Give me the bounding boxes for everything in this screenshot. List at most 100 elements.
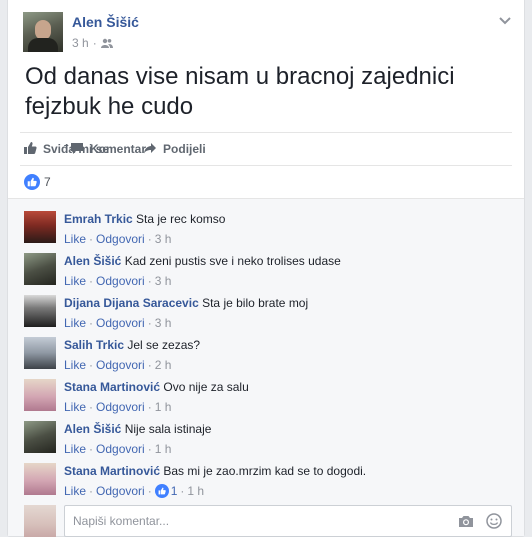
- reaction-count: 7: [44, 175, 51, 189]
- comment-time[interactable]: 1 h: [155, 441, 172, 457]
- meta-separator: ·: [180, 484, 185, 498]
- comment-reply-link[interactable]: Odgovori: [96, 441, 145, 457]
- comment-likes[interactable]: 1: [154, 483, 178, 499]
- comment-reply-link[interactable]: Odgovori: [96, 399, 145, 415]
- comment-item: Salih Trkic Jel se zezas? Like · Odgovor…: [24, 337, 512, 377]
- meta-separator: ·: [147, 400, 152, 414]
- commenter-name[interactable]: Dijana Dijana Saracevic: [64, 296, 199, 310]
- meta-separator: ·: [89, 232, 94, 246]
- commenter-name[interactable]: Alen Šišić: [64, 254, 121, 268]
- meta-separator: ·: [147, 316, 152, 330]
- meta-separator: ·: [89, 484, 94, 498]
- comment-reply-link[interactable]: Odgovori: [96, 483, 145, 499]
- comment-like-link[interactable]: Like: [64, 483, 86, 499]
- like-reaction-icon: [24, 174, 40, 190]
- comment-meta: Like · Odgovori · 3 h: [64, 273, 512, 289]
- meta-separator: ·: [89, 316, 94, 330]
- comment-meta: Like · Odgovori · 1 · 1 h: [64, 483, 512, 499]
- comment-text: Bas mi je zao.mrzim kad se to dogodi.: [163, 464, 367, 478]
- chevron-down-icon[interactable]: [498, 14, 512, 28]
- commenter-avatar[interactable]: [24, 379, 56, 411]
- comment-meta: Like · Odgovori · 3 h: [64, 231, 512, 247]
- comment-time[interactable]: 3 h: [155, 231, 172, 247]
- post-time[interactable]: 3 h: [72, 36, 89, 50]
- post-header: Alen Šišić 3 h ·: [8, 0, 524, 62]
- comment-item: Alen Šišić Kad zeni pustis sve i neko tr…: [24, 253, 512, 293]
- comment-meta: Like · Odgovori · 1 h: [64, 441, 512, 457]
- comment-item: Stana Martinović Bas mi je zao.mrzim kad…: [24, 463, 512, 503]
- author-avatar[interactable]: [23, 12, 63, 52]
- comment-like-link[interactable]: Like: [64, 231, 86, 247]
- emoji-icon[interactable]: [486, 513, 502, 534]
- comment-text: Kad zeni pustis sve i neko trolises udas…: [124, 254, 341, 268]
- commenter-name[interactable]: Stana Martinović: [64, 380, 160, 394]
- comment-time[interactable]: 2 h: [155, 357, 172, 373]
- comment-reply-link[interactable]: Odgovori: [96, 357, 145, 373]
- meta-dot: ·: [92, 36, 97, 50]
- reactions-summary[interactable]: 7: [24, 174, 51, 190]
- comment-like-link[interactable]: Like: [64, 441, 86, 457]
- comment-item: Dijana Dijana Saracevic Sta je bilo brat…: [24, 295, 512, 335]
- meta-separator: ·: [89, 400, 94, 414]
- current-user-avatar: [24, 505, 56, 537]
- comment-reply-link[interactable]: Odgovori: [96, 231, 145, 247]
- comment-text: Sta je rec komso: [136, 212, 226, 226]
- friends-icon[interactable]: [100, 38, 113, 48]
- comment-like-link[interactable]: Like: [64, 399, 86, 415]
- comment-meta: Like · Odgovori · 3 h: [64, 315, 512, 331]
- commenter-name[interactable]: Stana Martinović: [64, 464, 160, 478]
- meta-separator: ·: [89, 274, 94, 288]
- comment-time[interactable]: 3 h: [155, 315, 172, 331]
- camera-icon[interactable]: [458, 514, 474, 533]
- commenter-name[interactable]: Alen Šišić: [64, 422, 121, 436]
- commenter-avatar[interactable]: [24, 463, 56, 495]
- avatar-body: [28, 38, 58, 52]
- comment-time[interactable]: 1 h: [155, 399, 172, 415]
- commenter-avatar[interactable]: [24, 211, 56, 243]
- post-actions: Sviđa mi se Komentar Podijeli: [20, 132, 512, 166]
- comment-text: Nije sala istinaje: [124, 422, 212, 436]
- meta-separator: ·: [147, 232, 152, 246]
- commenter-avatar[interactable]: [24, 421, 56, 453]
- comment-meta: Like · Odgovori · 2 h: [64, 357, 512, 373]
- comment-button[interactable]: Komentar: [70, 129, 500, 169]
- commenter-avatar[interactable]: [24, 295, 56, 327]
- like-reaction-icon: [154, 484, 169, 498]
- meta-separator: ·: [147, 274, 152, 288]
- commenter-avatar[interactable]: [24, 337, 56, 369]
- comment-label: Komentar: [90, 142, 147, 156]
- comment-composer: [24, 505, 512, 537]
- comments-list: Emrah Trkic Sta je rec komso Like · Odgo…: [8, 198, 524, 537]
- comment-like-link[interactable]: Like: [64, 357, 86, 373]
- commenter-name[interactable]: Salih Trkic: [64, 338, 124, 352]
- meta-separator: ·: [89, 442, 94, 456]
- meta-separator: ·: [89, 358, 94, 372]
- comment-reply-link[interactable]: Odgovori: [96, 273, 145, 289]
- comment-text: Jel se zezas?: [127, 338, 201, 352]
- comment-item: Emrah Trkic Sta je rec komso Like · Odgo…: [24, 211, 512, 251]
- comment-icon: [70, 141, 84, 158]
- meta-separator: ·: [147, 484, 152, 498]
- comment-like-count: 1: [170, 484, 178, 498]
- comment-time[interactable]: 3 h: [155, 273, 172, 289]
- post-text: Od danas vise nisam u bracnoj zajednici …: [25, 63, 455, 120]
- comment-like-link[interactable]: Like: [64, 315, 86, 331]
- comment-item: Alen Šišić Nije sala istinaje Like · Odg…: [24, 421, 512, 461]
- meta-separator: ·: [147, 358, 152, 372]
- post-meta: 3 h ·: [72, 36, 113, 50]
- post-card: Alen Šišić 3 h · Od danas vise nisam u b…: [7, 0, 525, 537]
- comment-item: Stana Martinović Ovo nije za salu Like ·…: [24, 379, 512, 419]
- comment-text: Ovo nije za salu: [163, 380, 249, 394]
- author-name[interactable]: Alen Šišić: [72, 14, 139, 30]
- commenter-avatar[interactable]: [24, 253, 56, 285]
- comment-text: Sta je bilo brate moj: [202, 296, 309, 310]
- meta-separator: ·: [147, 442, 152, 456]
- commenter-name[interactable]: Emrah Trkic: [64, 212, 133, 226]
- comment-input[interactable]: [64, 505, 512, 537]
- comment-reply-link[interactable]: Odgovori: [96, 315, 145, 331]
- comment-meta: Like · Odgovori · 1 h: [64, 399, 512, 415]
- comment-like-link[interactable]: Like: [64, 273, 86, 289]
- comment-time[interactable]: 1 h: [187, 483, 204, 499]
- avatar-face: [35, 20, 51, 40]
- thumbs-up-icon: [23, 141, 37, 158]
